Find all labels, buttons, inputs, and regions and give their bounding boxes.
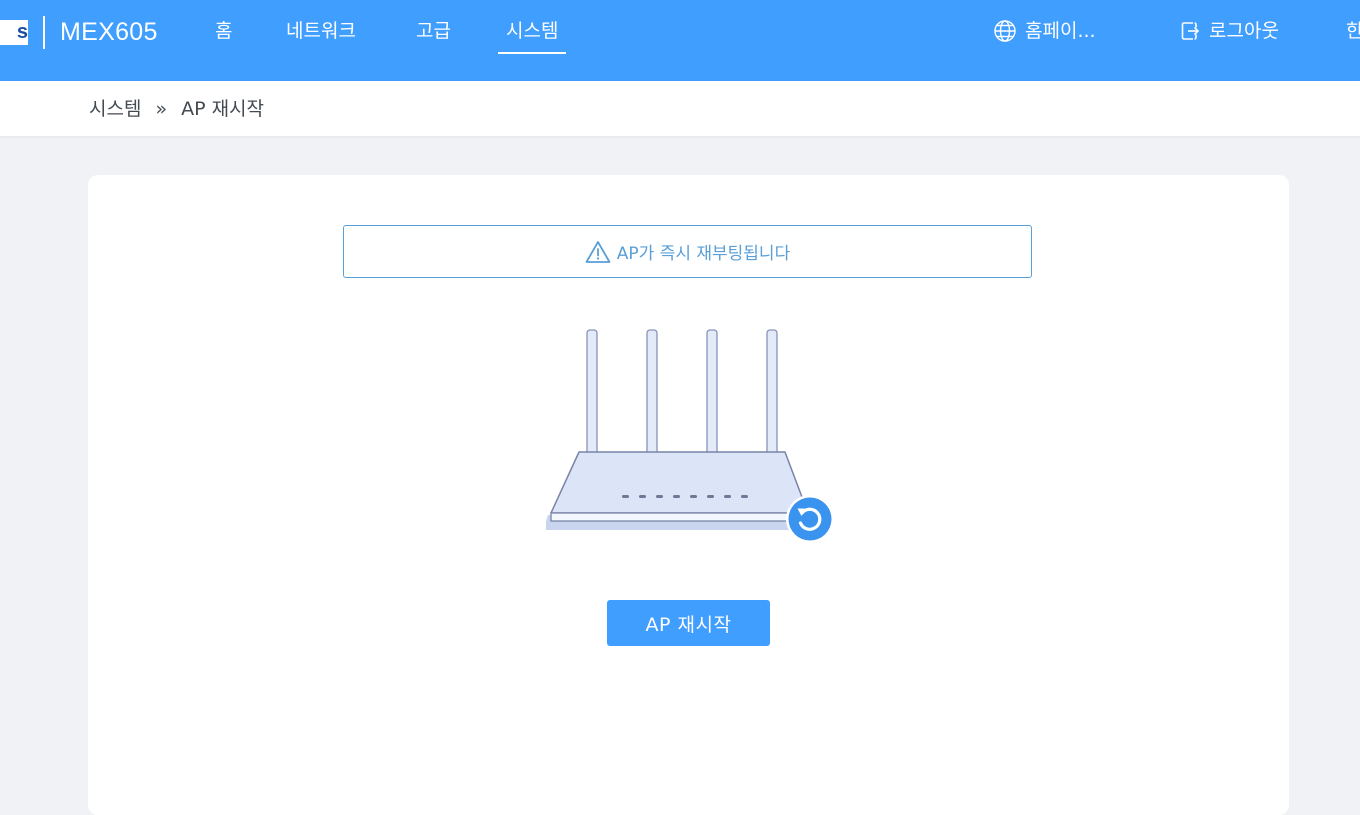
router-antennas: [586, 329, 778, 455]
router-illustration: [546, 329, 834, 543]
nav-network[interactable]: 네트워크: [286, 18, 356, 44]
breadcrumb-parent[interactable]: 시스템: [89, 98, 141, 120]
breadcrumb-current: AP 재시작: [181, 98, 265, 120]
breadcrumb: 시스템 » AP 재시작: [89, 96, 264, 122]
warning-text: AP가 즉시 재부팅됩니다: [616, 244, 791, 264]
router-front-strip: [550, 512, 809, 522]
logout-label: 로그아웃: [1209, 20, 1279, 42]
logo-divider: [43, 16, 45, 49]
warning-notice: AP가 즉시 재부팅됩니다: [343, 225, 1032, 278]
homepage-link[interactable]: 홈페이...: [993, 18, 1096, 44]
breadcrumb-bar: 시스템 » AP 재시작: [0, 81, 1360, 136]
router-body: [550, 451, 809, 514]
model-name: MEX605: [60, 18, 158, 46]
restart-icon: [786, 495, 834, 543]
nav-advanced[interactable]: 고급: [416, 18, 451, 44]
globe-icon: [994, 20, 1016, 42]
breadcrumb-separator: »: [155, 98, 168, 120]
reboot-card: AP가 즉시 재부팅됩니다 AP 재시작: [88, 175, 1289, 815]
homepage-label: 홈페이...: [1025, 20, 1096, 42]
nav-system[interactable]: 시스템: [497, 18, 567, 54]
warning-triangle-icon: [585, 240, 611, 263]
language-selector[interactable]: 한: [1346, 18, 1360, 44]
brand-logo-text: s: [16, 21, 28, 43]
logout-icon: [1181, 22, 1200, 40]
ap-reboot-button[interactable]: AP 재시작: [607, 600, 770, 646]
logout-button[interactable]: 로그아웃: [1179, 18, 1279, 44]
nav-home[interactable]: 홈: [215, 18, 232, 44]
brand-logo: s: [0, 20, 28, 45]
top-navigation-bar: s MEX605 홈 네트워크 고급 시스템 홈페이... 로그아웃 한: [0, 0, 1360, 81]
